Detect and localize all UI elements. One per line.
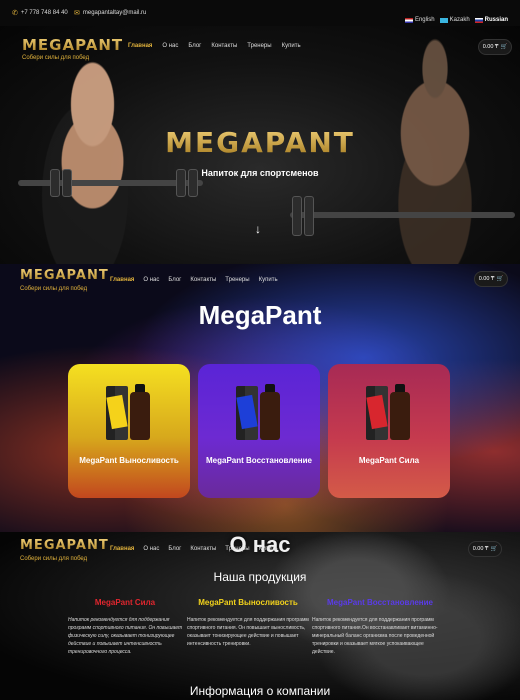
scroll-down-icon[interactable]: ↓: [255, 222, 261, 236]
site-logo[interactable]: MEGAPANT: [20, 538, 109, 553]
site-tagline: Собери силы для побед: [22, 55, 90, 61]
ru-flag-icon: [474, 17, 483, 23]
product-box-image: [236, 386, 258, 440]
cart-icon: 🛒: [496, 276, 504, 282]
products-title: MegaPant: [198, 300, 322, 330]
cart-button[interactable]: 0.00 ₸ 🛒: [468, 541, 502, 557]
column-title-strength: MegaPant Сила: [94, 598, 156, 607]
email-address: megapantaltay@mail.ru: [82, 10, 147, 16]
cart-button[interactable]: 0.00 ₸ 🛒: [474, 271, 508, 287]
hero-section: MEGAPANT Собери силы для побед Главная О…: [0, 26, 520, 264]
nav-item-trainers[interactable]: Тренеры: [225, 277, 249, 283]
company-info-heading: Информация о компании: [189, 684, 331, 698]
barbell-plate: [292, 196, 302, 236]
phone-icon: ✆: [12, 10, 18, 17]
cart-icon: 🛒: [500, 44, 508, 50]
product-card-label: MegaPant Выносливость: [79, 456, 179, 465]
lang-label: English: [414, 17, 435, 23]
nav-item-trainers[interactable]: Тренеры: [247, 43, 271, 49]
phone-link[interactable]: ✆ +7 778 748 84 40: [12, 9, 68, 17]
site-logo[interactable]: MEGAPANT: [22, 36, 123, 54]
site-tagline: Собери силы для побед: [20, 286, 88, 292]
email-link[interactable]: ✉ megapantaltay@mail.ru: [74, 9, 146, 17]
product-card-label: MegaPant Восстановление: [206, 456, 312, 465]
nav-item-contacts[interactable]: Контакты: [190, 546, 216, 552]
product-card-label: MegaPant Сила: [358, 456, 420, 465]
product-bottle-image: [130, 392, 150, 440]
nav-item-blog[interactable]: Блог: [168, 546, 181, 552]
main-nav: Главная О нас Блог Контакты Тренеры Купи…: [110, 277, 278, 283]
column-text-endurance: Напиток рекомендуется для поддержания пр…: [187, 617, 309, 647]
product-card-strength[interactable]: MegaPant Сила: [328, 364, 450, 498]
uk-flag-icon: [404, 17, 413, 23]
kz-flag-icon: [439, 17, 448, 23]
lang-label: Russian: [484, 17, 508, 23]
nav-item-about[interactable]: О нас: [143, 546, 159, 552]
language-switcher: English Kazakh Russian: [404, 17, 508, 23]
product-bottle-image: [260, 392, 280, 440]
nav-item-buy[interactable]: Купить: [259, 546, 278, 552]
site-logo[interactable]: MEGAPANT: [20, 268, 109, 283]
main-nav: Главная О нас Блог Контакты Тренеры Купи…: [110, 546, 278, 552]
lang-kazakh[interactable]: Kazakh: [439, 17, 470, 23]
column-title-endurance: MegaPant Выносливость: [198, 598, 298, 607]
phone-number: +7 778 748 84 40: [20, 10, 68, 16]
nav-item-buy[interactable]: Купить: [259, 277, 278, 283]
lang-english[interactable]: English: [404, 17, 435, 23]
mail-icon: ✉: [74, 10, 80, 17]
lang-label: Kazakh: [449, 17, 470, 23]
nav-item-about[interactable]: О нас: [162, 43, 178, 49]
nav-item-blog[interactable]: Блог: [168, 277, 181, 283]
site-tagline: Собери силы для побед: [20, 556, 88, 562]
nav-item-contacts[interactable]: Контакты: [211, 43, 237, 49]
nav-item-home[interactable]: Главная: [110, 277, 134, 283]
nav-item-buy[interactable]: Купить: [282, 43, 301, 49]
about-section: О нас MEGAPANT Собери силы для побед Гла…: [0, 532, 520, 700]
cart-amount: 0.00 ₸: [472, 546, 489, 552]
nav-item-home[interactable]: Главная: [128, 43, 152, 49]
nav-item-blog[interactable]: Блог: [188, 43, 201, 49]
nav-item-about[interactable]: О нас: [143, 277, 159, 283]
product-box-image: [106, 386, 128, 440]
cart-icon: 🛒: [490, 546, 498, 552]
cart-amount: 0.00 ₸: [482, 44, 499, 50]
hero-subtitle: Напиток для спортсменов: [201, 168, 319, 178]
main-nav: Главная О нас Блог Контакты Тренеры Купи…: [128, 43, 301, 49]
product-card-recovery[interactable]: MegaPant Восстановление: [198, 364, 320, 498]
our-products-heading: Наша продукция: [213, 570, 307, 584]
nav-item-home[interactable]: Главная: [110, 546, 134, 552]
product-box-image: [366, 386, 388, 440]
products-section: MEGAPANT Собери силы для побед Главная О…: [0, 264, 520, 532]
cart-amount: 0.00 ₸: [478, 276, 495, 282]
nav-item-trainers[interactable]: Тренеры: [225, 546, 249, 552]
cart-button[interactable]: 0.00 ₸ 🛒: [478, 39, 512, 55]
topbar: ✆ +7 778 748 84 40 ✉ megapantaltay@mail.…: [0, 0, 520, 26]
column-text-strength: Напиток рекомендуется для поддержания пр…: [68, 617, 183, 655]
product-card-endurance[interactable]: MegaPant Выносливость: [68, 364, 190, 498]
barbell-bar: [290, 212, 515, 218]
hero-title: MEGAPANT: [0, 126, 520, 159]
column-title-recovery: MegaPant Восстановление: [327, 598, 433, 607]
nav-item-contacts[interactable]: Контакты: [190, 277, 216, 283]
barbell-plate: [304, 196, 314, 236]
column-text-recovery: Напиток рекомендуется для поддержания пр…: [312, 617, 438, 655]
product-bottle-image: [390, 392, 410, 440]
lang-russian[interactable]: Russian: [474, 17, 508, 23]
